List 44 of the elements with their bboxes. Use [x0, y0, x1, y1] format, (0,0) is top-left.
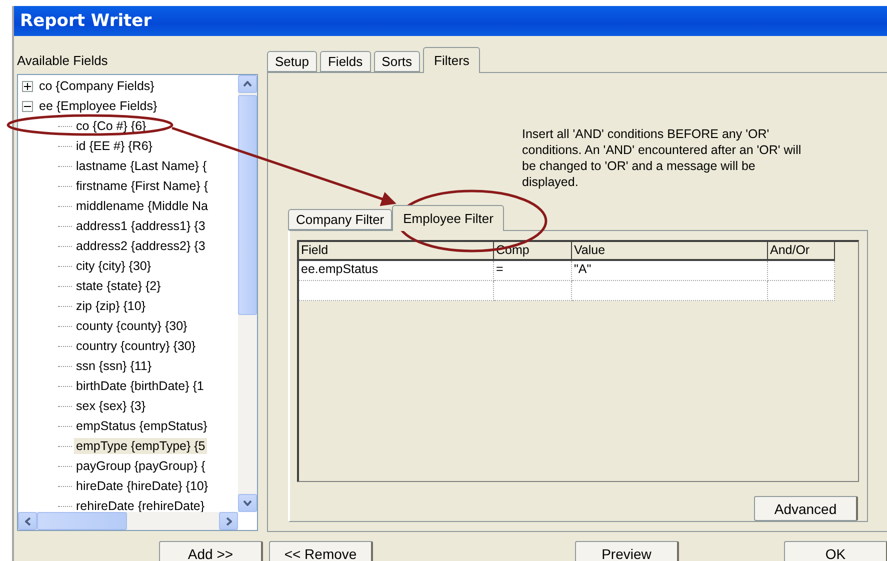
advanced-button[interactable]: Advanced	[754, 496, 858, 521]
tree-item[interactable]: ssn {ssn} {11}	[74, 358, 154, 374]
tree-item[interactable]: state {state} {2}	[74, 278, 163, 294]
tree-item[interactable]: sex {sex} {3}	[74, 398, 148, 414]
column-header[interactable]: Value	[572, 242, 768, 261]
tree-item[interactable]: birthDate {birthDate} {1	[74, 378, 206, 394]
tree-item[interactable]: zip {zip} {10}	[74, 298, 148, 314]
tree-item[interactable]: middlename {Middle Na	[74, 198, 210, 214]
tree-item[interactable]: county {county} {30}	[74, 318, 190, 334]
tree-item[interactable]: ee {Employee Fields}	[37, 98, 160, 114]
tree-item[interactable]: empType {empType} {5	[74, 438, 208, 454]
tree-item[interactable]: id {EE #} {R6}	[74, 138, 154, 154]
vertical-scrollbar[interactable]	[238, 75, 257, 512]
dialog-button[interactable]: Preview	[575, 541, 679, 561]
tree-item[interactable]: hireDate {hireDate} {10}	[74, 478, 210, 494]
column-header[interactable]: Field	[299, 242, 494, 261]
tree-item[interactable]: country {country} {30}	[74, 338, 198, 354]
table-cell: "A"	[572, 261, 768, 281]
tree-item[interactable]: lastname {Last Name} {	[74, 158, 209, 174]
tree-item[interactable]: co {Company Fields}	[37, 78, 156, 94]
window-title: Report Writer	[20, 11, 152, 31]
column-header[interactable]: And/Or	[768, 242, 835, 261]
tree-item[interactable]: city {city} {30}	[74, 258, 154, 274]
tree-item[interactable]: firstname {First Name} {	[74, 178, 210, 194]
tab[interactable]: Sorts	[374, 51, 420, 72]
tree-item[interactable]: address1 {address1} {3	[74, 218, 208, 234]
tree-item[interactable]: empStatus {empStatus}	[74, 418, 210, 434]
expand-icon[interactable]	[22, 80, 33, 92]
tab[interactable]: Setup	[267, 51, 317, 72]
tab[interactable]: Employee Filter	[392, 205, 504, 231]
horizontal-scrollbar[interactable]	[18, 512, 238, 530]
instructions-text: Insert all 'AND' conditions BEFORE any 'OR' conditions. An 'AND' encountered after an 'OR' will be changed to 'OR' and a message will be displayed.	[522, 126, 802, 190]
dialog-button[interactable]: OK	[784, 541, 887, 561]
table-cell: ee.empStatus	[299, 261, 494, 281]
tab[interactable]: Company Filter	[288, 209, 392, 230]
dialog-button[interactable]: << Remove	[269, 541, 373, 561]
tree-item[interactable]: payGroup {payGroup} {	[74, 458, 208, 474]
collapse-icon[interactable]	[22, 100, 33, 112]
table-cell: =	[494, 261, 572, 281]
tab[interactable]: Fields	[320, 51, 371, 72]
tree-item[interactable]: address2 {address2} {3	[74, 238, 208, 254]
panel-label: Available Fields	[17, 53, 109, 70]
dialog-button[interactable]: Add >>	[159, 541, 263, 561]
tab[interactable]: Filters	[423, 47, 480, 73]
